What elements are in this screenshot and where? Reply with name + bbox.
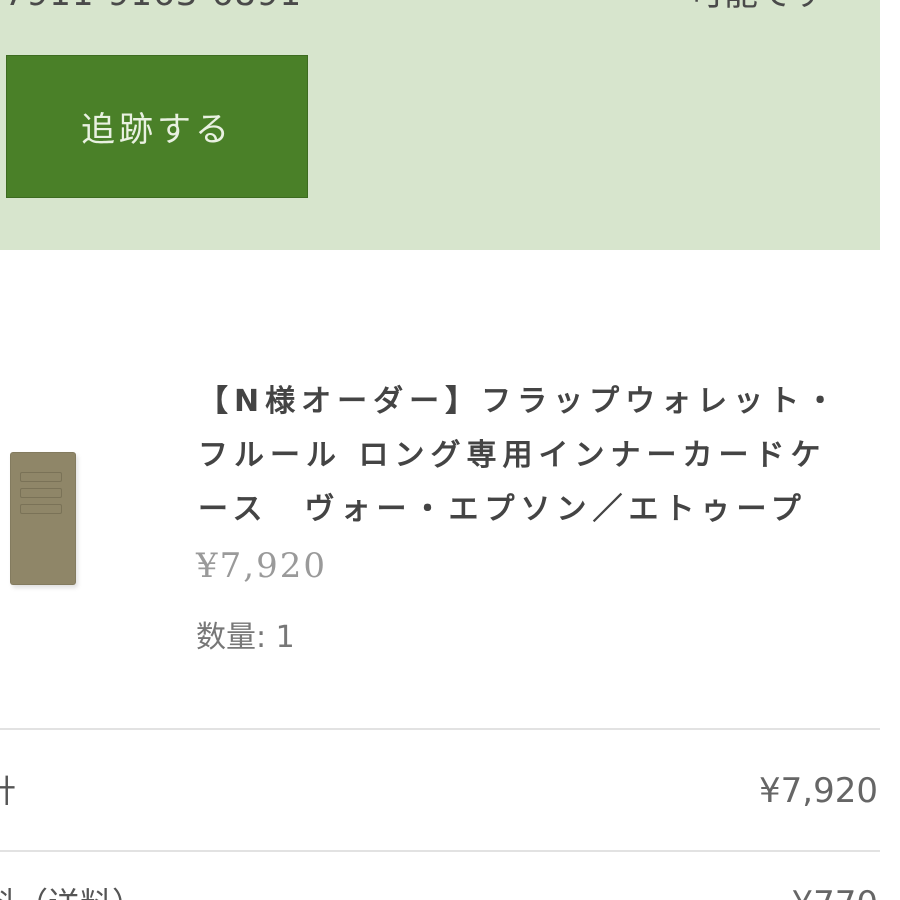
card-slot-line: [20, 504, 62, 514]
order-detail-page: 7911-9163-6891 可能です 追跡する 【N様オーダー】フラップウォレ…: [0, 0, 900, 900]
divider: [0, 728, 880, 730]
product-price: ¥7,920: [196, 546, 327, 586]
product-title[interactable]: 【N様オーダー】フラップウォレット・ フルール ロング専用インナーカードケ ース…: [198, 375, 848, 537]
divider: [0, 850, 880, 852]
tracking-panel: 7911-9163-6891 可能です 追跡する: [0, 0, 880, 250]
product-title-line: 【N様オーダー】フラップウォレット・: [198, 384, 842, 419]
product-title-line: フルール ロング専用インナーカードケ: [198, 438, 827, 473]
subtotal-value: ¥7,920: [759, 771, 878, 811]
tracking-number: 7911-9163-6891: [4, 0, 302, 14]
card-slot-line: [20, 488, 62, 498]
product-title-line: ース ヴォー・エプソン／エトゥープ: [198, 492, 807, 527]
card-slot-line: [20, 472, 62, 482]
subtotal-label: 計: [0, 772, 17, 810]
shipping-label: 料（送料）: [0, 884, 144, 900]
product-quantity: 数量: 1: [196, 620, 295, 655]
track-shipment-button[interactable]: 追跡する: [6, 55, 308, 198]
shipping-value: ¥770: [791, 884, 878, 900]
tracking-status: 可能です: [690, 0, 826, 14]
product-thumbnail[interactable]: [10, 452, 76, 585]
